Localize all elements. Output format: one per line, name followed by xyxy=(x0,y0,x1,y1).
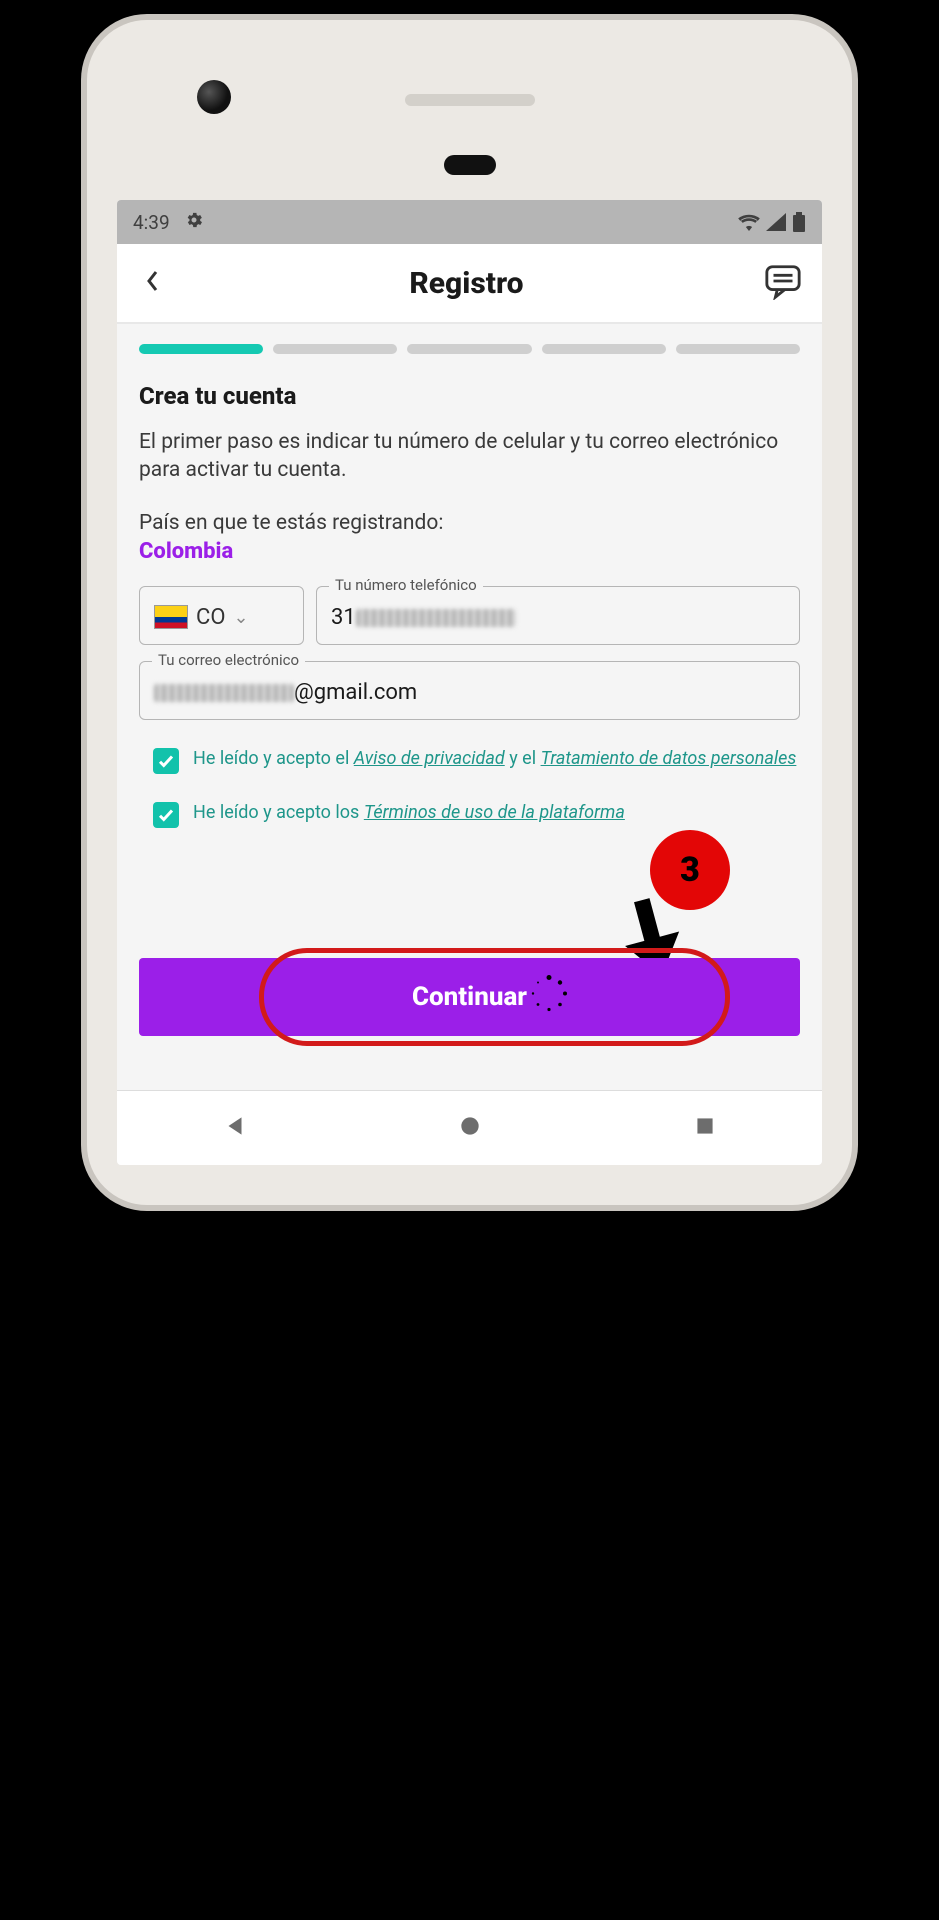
redacted-email xyxy=(154,684,294,702)
consent-privacy-prefix: He leído y acepto el xyxy=(193,748,354,769)
progress-step-4 xyxy=(542,344,666,354)
progress-step-5 xyxy=(676,344,800,354)
progress-step-1 xyxy=(139,344,263,354)
consent-terms-row: He leído y acepto los Términos de uso de… xyxy=(153,800,800,828)
speaker-slot xyxy=(405,94,535,106)
consent-privacy-middle: y el xyxy=(505,748,541,769)
consent-terms-checkbox[interactable] xyxy=(153,802,179,828)
status-time: 4:39 xyxy=(133,211,170,234)
cellular-icon xyxy=(766,213,786,231)
email-label: Tu correo electrónico xyxy=(152,651,305,669)
continue-button[interactable]: Continuar xyxy=(139,958,800,1036)
app-header: Registro xyxy=(117,244,822,324)
section-title: Crea tu cuenta xyxy=(139,382,800,410)
phone-frame: 4:39 Registro xyxy=(87,20,852,1205)
gear-icon xyxy=(184,210,204,235)
camera-dot xyxy=(197,80,231,114)
section-description: El primer paso es indicar tu número de c… xyxy=(139,428,800,485)
consent-terms-prefix: He leído y acepto los xyxy=(193,802,364,823)
content-area: Crea tu cuenta El primer paso es indicar… xyxy=(117,324,822,1066)
email-suffix: @gmail.com xyxy=(294,680,417,705)
country-value: Colombia xyxy=(139,539,800,564)
link-privacy-notice[interactable]: Aviso de privacidad xyxy=(354,748,505,769)
phone-field[interactable]: Tu número telefónico 31 xyxy=(316,586,800,645)
chevron-down-icon: ⌄ xyxy=(233,607,248,628)
nav-back-icon[interactable] xyxy=(222,1113,248,1139)
screen: 4:39 Registro xyxy=(117,200,822,1165)
phone-label: Tu número telefónico xyxy=(329,576,483,594)
link-terms-of-use[interactable]: Términos de uso de la plataforma xyxy=(364,802,625,823)
wifi-icon xyxy=(738,213,760,231)
page-title: Registro xyxy=(409,266,523,301)
consent-privacy-checkbox[interactable] xyxy=(153,748,179,774)
back-button[interactable] xyxy=(137,263,169,304)
country-label: País en que te estás registrando: xyxy=(139,511,800,535)
pill-sensor xyxy=(444,155,496,175)
loading-spinner-icon xyxy=(529,973,569,1020)
continue-label: Continuar xyxy=(412,982,527,1012)
progress-step-3 xyxy=(407,344,531,354)
link-data-treatment[interactable]: Tratamiento de datos personales xyxy=(541,748,797,769)
phone-prefix: 31 xyxy=(331,605,356,630)
status-bar: 4:39 xyxy=(117,200,822,244)
country-code-label: CO xyxy=(196,605,225,630)
nav-recent-icon[interactable] xyxy=(692,1113,718,1139)
battery-icon xyxy=(792,212,806,232)
progress-bar xyxy=(139,344,800,354)
consent-privacy-row: He leído y acepto el Aviso de privacidad… xyxy=(153,746,800,774)
country-code-select[interactable]: CO ⌄ xyxy=(139,586,304,645)
redacted-phone xyxy=(356,609,516,627)
progress-step-2 xyxy=(273,344,397,354)
cta-area: 3 Continuar xyxy=(139,958,800,1036)
nav-home-icon[interactable] xyxy=(457,1113,483,1139)
flag-colombia-icon xyxy=(154,605,188,629)
android-nav-bar xyxy=(117,1090,822,1165)
email-field[interactable]: Tu correo electrónico @gmail.com xyxy=(139,661,800,720)
chat-icon[interactable] xyxy=(764,262,802,304)
